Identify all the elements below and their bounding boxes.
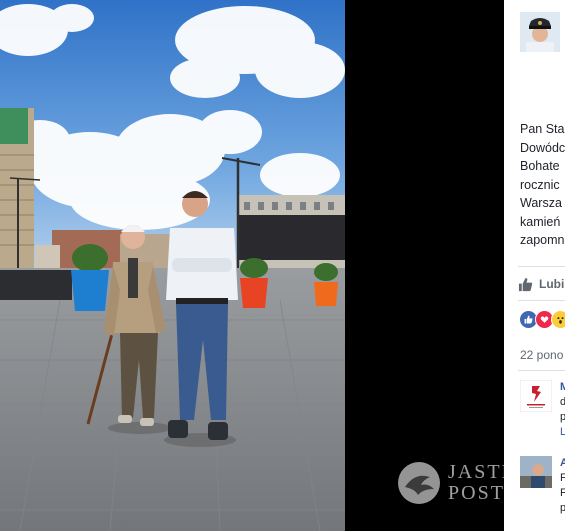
comment-author[interactable]: A <box>560 456 565 471</box>
comment: A F F p <box>560 456 565 516</box>
post-text-line: zapomn <box>520 233 565 247</box>
post-text-line: Bohate <box>520 159 560 173</box>
comment: M d p L <box>560 380 565 440</box>
comment-line: p <box>560 411 565 423</box>
post-side-panel: Pan Sta Dowódc Bohate rocznic Warsza kam… <box>504 0 565 531</box>
thumbs-up-icon <box>518 277 533 291</box>
post-text-line: Pan Sta <box>520 122 565 136</box>
comment-avatar[interactable] <box>520 456 552 488</box>
like-button[interactable]: Lubi <box>518 274 564 294</box>
post-text: Pan Sta Dowódc Bohate rocznic Warsza kam… <box>520 120 565 250</box>
comment-like-link[interactable]: L <box>560 425 565 440</box>
page-avatar[interactable] <box>520 12 560 52</box>
divider <box>518 370 565 371</box>
post-text-line: rocznic <box>520 177 560 192</box>
post-text-line: Warsza <box>520 196 562 210</box>
post-text-line: Dowódc <box>520 140 565 155</box>
comment-author[interactable]: M <box>560 380 565 395</box>
comment-line: F <box>560 487 565 499</box>
reactions-summary[interactable] <box>519 310 565 329</box>
like-label: Lubi <box>539 277 565 291</box>
photo-scene <box>0 0 345 531</box>
comment-line: F <box>560 472 565 484</box>
jastrab-logo-icon <box>398 462 440 504</box>
post-text-line: kamień <box>520 214 561 229</box>
lightbox-background <box>345 0 504 531</box>
wow-reaction-icon <box>551 310 565 329</box>
shares-count[interactable]: 22 pono <box>520 348 563 362</box>
comment-avatar[interactable] <box>519 379 553 413</box>
divider <box>518 300 565 301</box>
divider <box>518 266 565 267</box>
comment-line: p <box>560 502 565 514</box>
comment-line: d <box>560 396 565 408</box>
post-photo[interactable] <box>0 0 345 531</box>
